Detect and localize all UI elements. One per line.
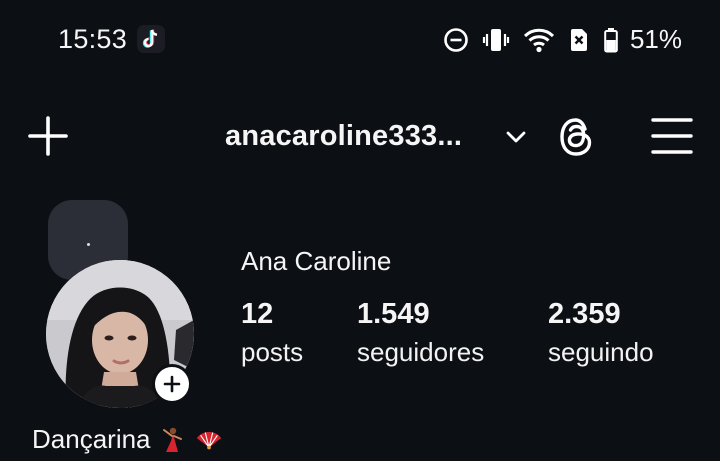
vibrate-icon bbox=[482, 28, 510, 51]
profile-name: Ana Caroline bbox=[241, 246, 392, 276]
do-not-disturb-icon bbox=[444, 27, 468, 52]
bio: Dançarina bbox=[32, 424, 223, 455]
battery-percent: 51% bbox=[629, 24, 682, 54]
posts-count: 12 bbox=[241, 298, 274, 330]
add-story-button[interactable] bbox=[152, 364, 192, 404]
wifi-icon bbox=[523, 28, 555, 52]
posts-label: posts bbox=[241, 337, 304, 367]
note-text bbox=[86, 242, 90, 246]
threads-icon[interactable] bbox=[554, 115, 598, 159]
following-count: 2.359 bbox=[548, 298, 621, 330]
following-stat[interactable]: 2.359 seguindo bbox=[548, 298, 654, 368]
menu-icon[interactable] bbox=[650, 116, 694, 156]
status-time: 15:53 bbox=[58, 24, 128, 54]
battery-icon bbox=[604, 27, 618, 52]
sim-off-icon bbox=[570, 28, 587, 51]
followers-label: seguidores bbox=[357, 337, 485, 367]
tiktok-notification-icon bbox=[137, 25, 165, 53]
posts-stat[interactable]: 12 posts bbox=[241, 298, 303, 368]
plus-icon[interactable] bbox=[26, 114, 70, 158]
username[interactable]: anacaroline333... bbox=[225, 120, 462, 153]
chevron-down-icon[interactable] bbox=[503, 124, 529, 150]
followers-count: 1.549 bbox=[357, 298, 430, 330]
following-label: seguindo bbox=[548, 337, 654, 367]
fan-emoji-icon bbox=[196, 431, 221, 449]
status-icons: 51% bbox=[443, 24, 682, 55]
followers-stat[interactable]: 1.549 seguidores bbox=[357, 298, 484, 368]
plus-icon-small bbox=[163, 375, 181, 393]
dancer-emoji-icon bbox=[162, 427, 182, 452]
bio-text: Dançarina bbox=[32, 424, 151, 454]
